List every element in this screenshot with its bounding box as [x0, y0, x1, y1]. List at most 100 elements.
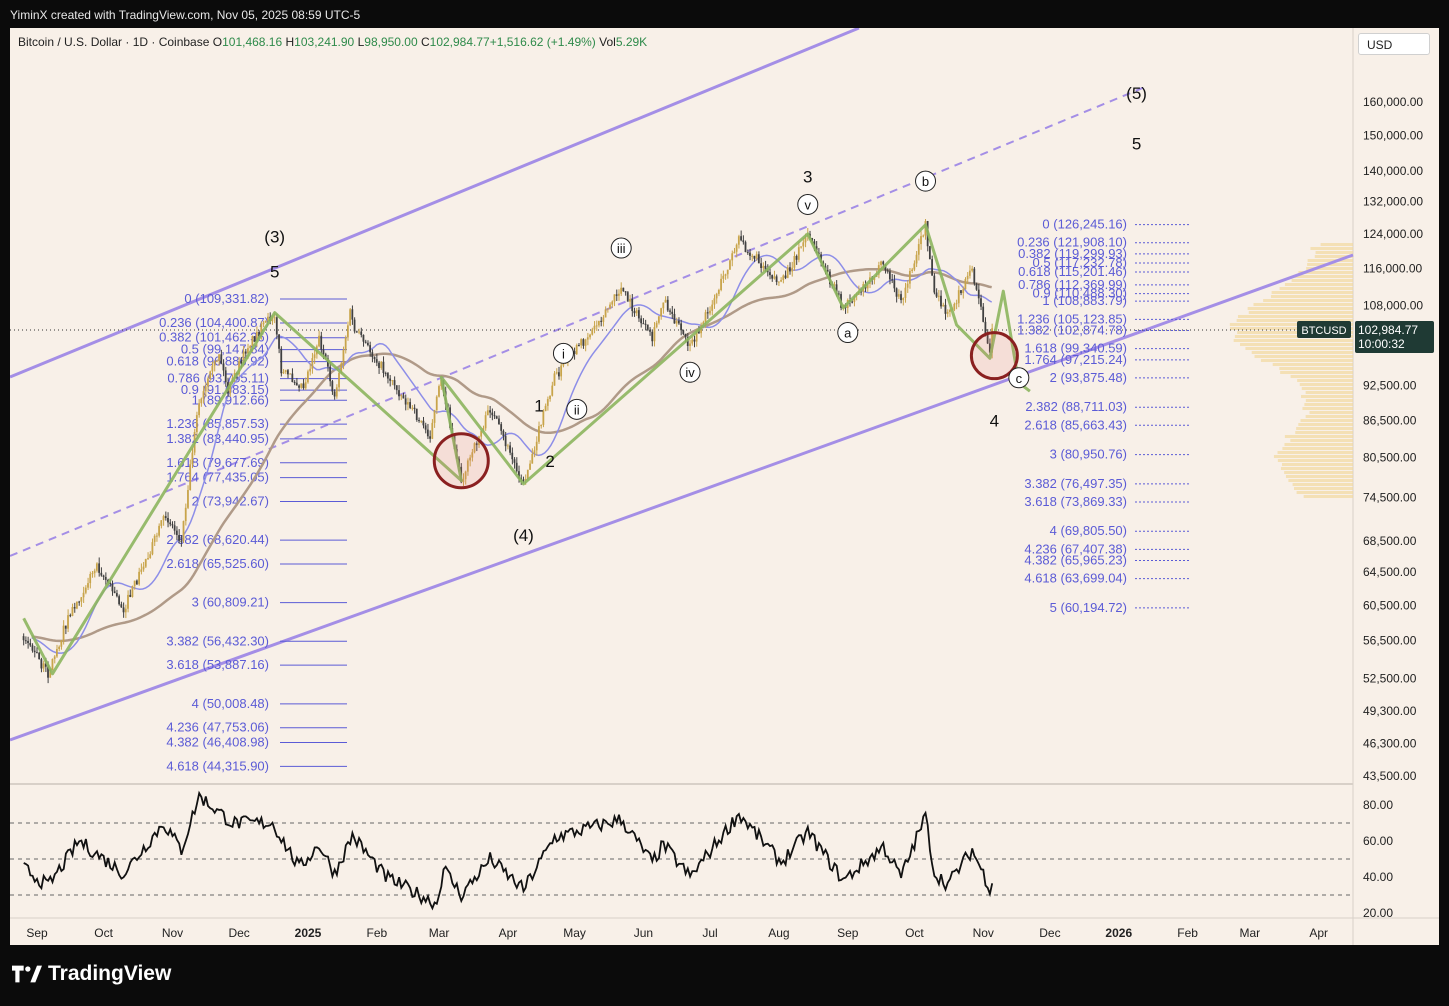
fib-left-label: 2.618 (65,525.60)	[166, 556, 269, 571]
volume-profile-bar	[1279, 367, 1353, 370]
volume-profile-bar	[1299, 383, 1353, 386]
candle-body	[531, 453, 534, 464]
candle-body	[67, 615, 69, 629]
candle-body	[80, 597, 83, 602]
candle-body	[617, 293, 620, 296]
candle-body	[409, 402, 411, 408]
candle-body	[31, 645, 34, 651]
time-axis-label: Feb	[1177, 926, 1198, 940]
symbol-tag: BTCUSD	[1301, 325, 1346, 337]
tradingview-logo-icon	[12, 965, 42, 983]
symbol-legend: Bitcoin / U.S. Dollar · 1D · Coinbase O1…	[18, 35, 647, 49]
candle-body	[597, 320, 600, 326]
candle-body	[644, 323, 647, 325]
candle-body	[724, 274, 727, 276]
fib-right-label: 2 (93,875.48)	[1050, 370, 1127, 385]
candle-body	[715, 293, 718, 299]
candle-body	[164, 516, 167, 519]
time-axis-label: May	[563, 926, 586, 940]
volume-profile-bar	[1290, 439, 1353, 442]
candle-body	[411, 407, 414, 409]
wave-label: v	[805, 197, 812, 212]
candle-body	[620, 287, 623, 294]
fib-right-label: 2.618 (85,663.43)	[1024, 417, 1127, 432]
volume-profile-bar	[1279, 287, 1353, 290]
candle-body	[124, 608, 127, 613]
price-chart[interactable]: 0 (109,331.82)0.236 (104,400.87)0.382 (1…	[10, 28, 1439, 945]
tradingview-brand[interactable]: TradingView	[12, 962, 171, 986]
price-axis-label: 140,000.00	[1363, 164, 1423, 178]
legend-part: 5.29K	[616, 35, 647, 49]
rsi-pane[interactable]	[10, 786, 1353, 918]
candle-body	[353, 319, 356, 332]
candle-body	[400, 395, 403, 397]
candle-body	[202, 391, 205, 399]
candle-body	[307, 371, 309, 383]
time-axis-label: Mar	[429, 926, 450, 940]
candle-body	[342, 349, 345, 364]
candle-body	[888, 271, 891, 280]
candle-body	[553, 373, 556, 386]
candle-body	[600, 320, 603, 322]
volume-profile-bar	[1302, 407, 1353, 410]
candle-body	[249, 346, 252, 349]
candle-body	[349, 309, 352, 326]
candle-body	[149, 554, 152, 559]
wave-label: b	[922, 174, 929, 189]
candle-body	[660, 308, 662, 317]
price-axis-label: 52,500.00	[1363, 672, 1417, 686]
candle-body	[671, 311, 674, 314]
time-axis-label: Apr	[499, 926, 518, 940]
candle-body	[144, 559, 147, 567]
volume-profile-bar	[1284, 283, 1353, 286]
candle-body	[653, 327, 656, 342]
volume-profile-bar	[1315, 251, 1353, 254]
candle-body	[373, 357, 376, 360]
legend-part: C	[421, 35, 430, 49]
candle-body	[122, 607, 125, 613]
candle-body	[189, 464, 192, 491]
fib-right-label: 4.382 (65,965.23)	[1024, 553, 1127, 568]
price-axis-label: 132,000.00	[1363, 195, 1423, 209]
volume-profile-bar	[1285, 475, 1353, 478]
candle-body	[964, 279, 967, 290]
candle-body	[433, 410, 436, 423]
chart-frame[interactable]: 0 (109,331.82) 0.236 (104,400.87) 0.382 (1…	[10, 28, 1439, 945]
price-axis-label: 64,500.00	[1363, 565, 1417, 579]
symbol-legend-text: Bitcoin / U.S. Dollar · 1D · Coinbase O1…	[18, 35, 647, 49]
candle-body	[580, 339, 583, 346]
legend-part: H	[286, 35, 295, 49]
candle-body	[224, 370, 227, 383]
candle-body	[717, 289, 720, 294]
wave-label: (3)	[264, 227, 285, 246]
wave-label: 3	[803, 167, 812, 186]
candle-body	[740, 236, 742, 241]
volume-profile-bar	[1270, 295, 1353, 298]
candle-body	[289, 373, 292, 375]
candle-body	[51, 658, 54, 671]
candle-body	[684, 333, 687, 337]
currency-selector[interactable]: USD	[1358, 33, 1430, 55]
candle-body	[113, 591, 116, 594]
time-axis-label: Feb	[367, 926, 388, 940]
volume-profile-bar	[1300, 419, 1353, 422]
candle-body	[737, 236, 740, 245]
candle-body	[331, 381, 334, 392]
candle-body	[562, 363, 565, 366]
rsi-axis-label: 80.00	[1363, 798, 1393, 812]
volume-profile-bar	[1248, 311, 1353, 314]
candle-body	[744, 242, 747, 253]
candle-body	[940, 295, 942, 307]
candle-body	[666, 299, 669, 311]
candle-body	[735, 244, 738, 252]
candle-body	[578, 345, 580, 347]
candle-body	[191, 452, 194, 465]
candle-body	[584, 339, 587, 346]
candle-body	[928, 246, 931, 260]
candle-body	[22, 636, 25, 641]
candle-body	[624, 291, 627, 293]
candle-body	[291, 373, 294, 383]
candle-body	[53, 656, 56, 659]
candle-body	[777, 281, 780, 283]
candle-body	[378, 362, 380, 368]
